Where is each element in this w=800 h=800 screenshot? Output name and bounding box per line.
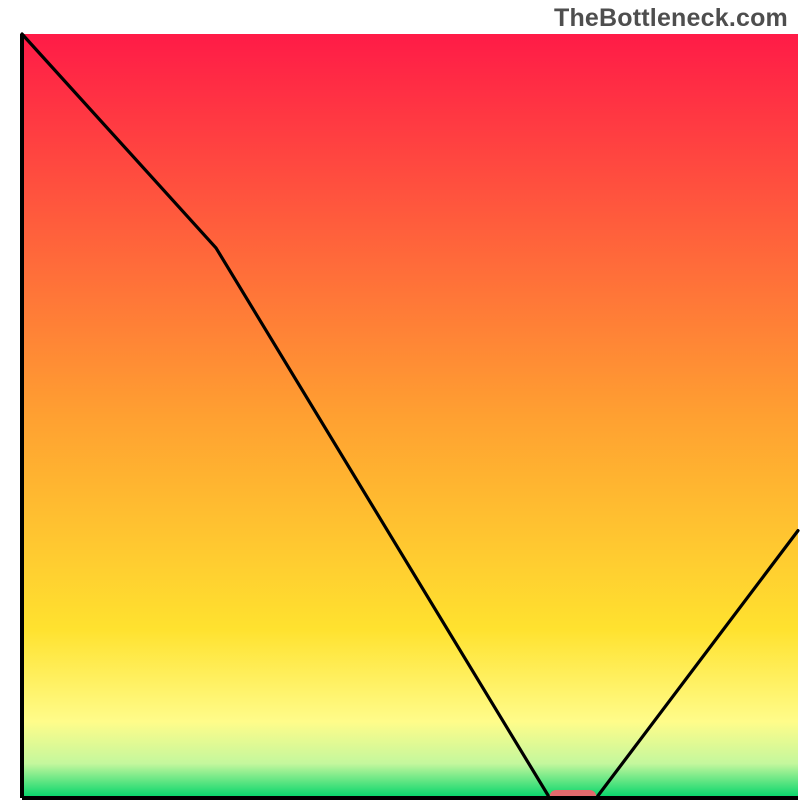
watermark-text: TheBottleneck.com xyxy=(554,4,788,33)
chart-container: { "watermark": "TheBottleneck.com", "cha… xyxy=(0,0,800,800)
bottleneck-chart xyxy=(0,0,800,800)
